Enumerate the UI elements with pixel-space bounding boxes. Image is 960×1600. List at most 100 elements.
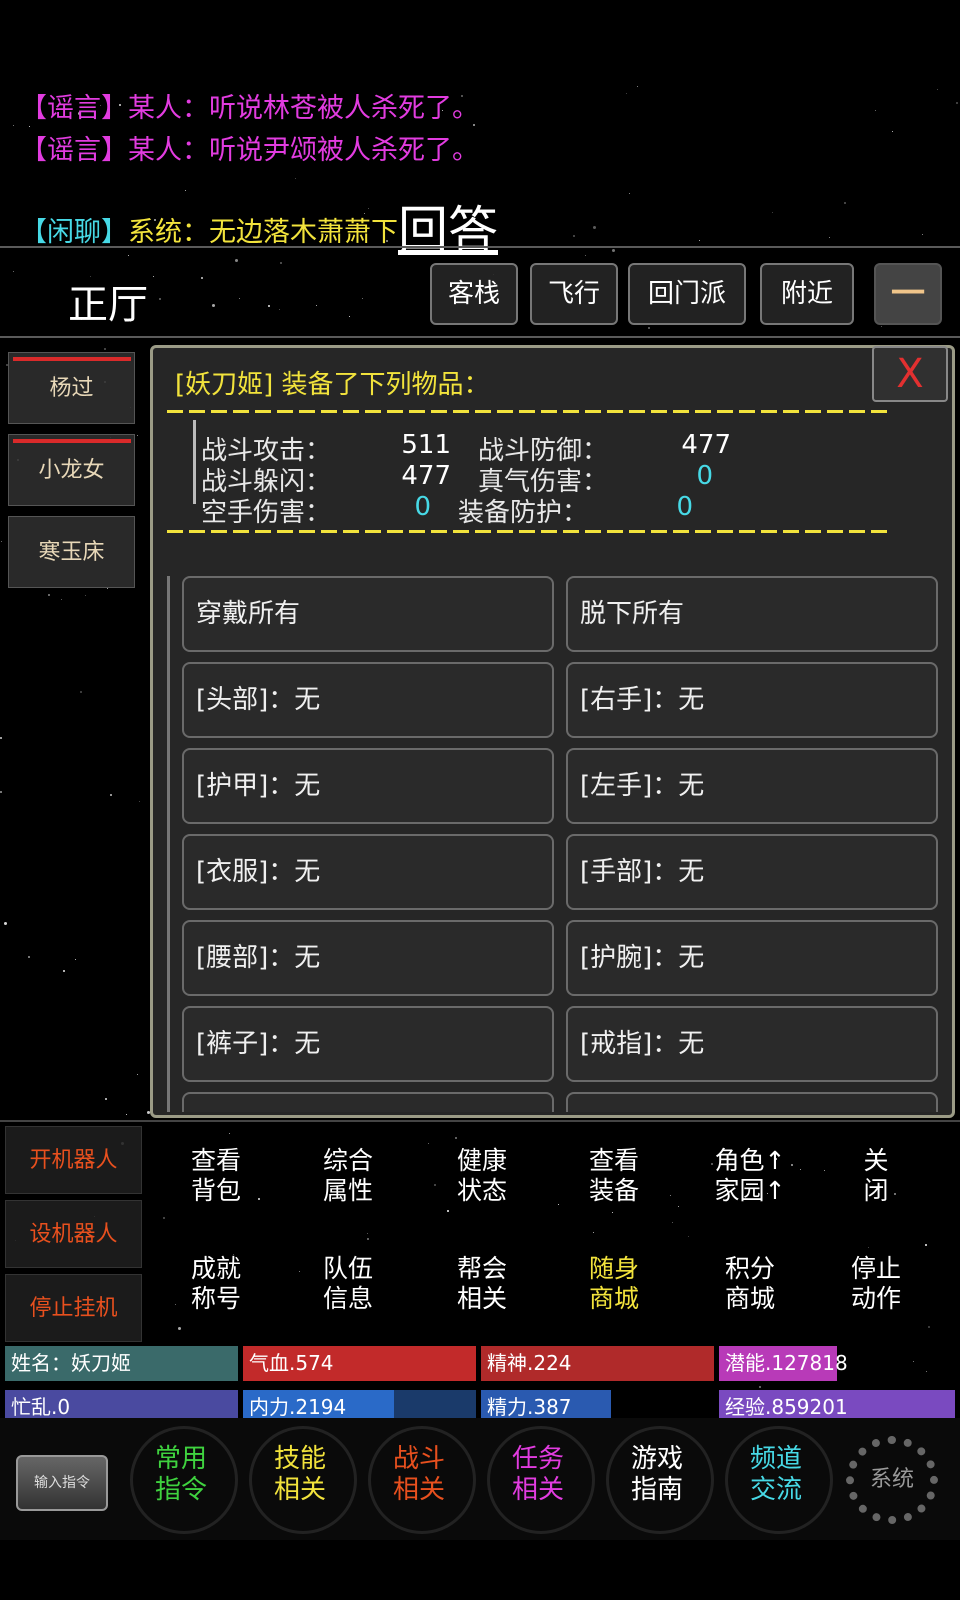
slot-left-hand[interactable]: [左手]：无 bbox=[566, 748, 938, 824]
qianneng-value: 潜能.127818 bbox=[725, 1351, 848, 1375]
nav-label-line1: 常用 bbox=[154, 1444, 207, 1474]
button-label-line1: 成就 bbox=[190, 1254, 241, 1283]
slot-more[interactable] bbox=[182, 1092, 554, 1112]
chat-message: 听说林苍被人杀死了。 bbox=[209, 93, 479, 124]
remove-all-button[interactable]: 脱下所有 bbox=[566, 576, 938, 652]
nav-label-line2: 相关 bbox=[392, 1475, 445, 1505]
stat-value-defense: 477 bbox=[681, 430, 731, 460]
chat-speaker: 某人： bbox=[128, 135, 209, 166]
jingshen-bar: 精神.224 bbox=[481, 1346, 714, 1381]
slot-head[interactable]: [头部]：无 bbox=[182, 662, 554, 738]
slot-more[interactable] bbox=[566, 1092, 938, 1112]
set-robot-button[interactable]: 设机器人 bbox=[5, 1200, 142, 1268]
divider bbox=[0, 336, 960, 338]
nav-skills-button[interactable]: 技能 相关 bbox=[241, 1418, 359, 1540]
nav-common-commands-button[interactable]: 常用 指令 bbox=[122, 1418, 240, 1540]
stop-action-button[interactable]: 停止 动作 bbox=[812, 1234, 940, 1336]
button-label-line1: 查看 bbox=[190, 1146, 241, 1175]
nav-quests-button[interactable]: 任务 相关 bbox=[479, 1418, 597, 1540]
exit-button-fly[interactable]: 飞行 bbox=[530, 263, 618, 325]
button-label-line2: 称号 bbox=[190, 1284, 241, 1313]
chat-line: 【闲聊】系统：无边落木萧萧下回答 bbox=[20, 190, 498, 262]
jingli-value: 精力.387 bbox=[487, 1395, 572, 1419]
dialog-title: [妖刀姬] 装备了下列物品： bbox=[175, 370, 490, 400]
stat-value-dodge: 477 bbox=[401, 461, 451, 491]
button-label-line1: 停止 bbox=[850, 1254, 901, 1283]
nav-label-line2: 指令 bbox=[154, 1475, 207, 1505]
chat-message: 听说尹颂被人杀死了。 bbox=[209, 135, 479, 166]
chat-tag: 【闲聊】 bbox=[20, 217, 128, 248]
mangluan-value: 忙乱.0 bbox=[11, 1395, 71, 1419]
slot-ring[interactable]: [戒指]：无 bbox=[566, 1006, 938, 1082]
system-gear-icon[interactable]: 系统 bbox=[846, 1436, 938, 1524]
stat-value-unarmed-damage: 0 bbox=[414, 492, 431, 522]
button-label-line1: 综合 bbox=[322, 1146, 373, 1175]
button-label-line2: 装备 bbox=[588, 1176, 639, 1205]
npc-yangguo[interactable]: 杨过 bbox=[8, 352, 135, 424]
stop-idle-button[interactable]: 停止挂机 bbox=[5, 1274, 142, 1342]
start-robot-button[interactable]: 开机器人 bbox=[5, 1126, 142, 1194]
slot-wrist[interactable]: [护腕]：无 bbox=[566, 920, 938, 996]
collapse-button[interactable]: 一 bbox=[874, 263, 942, 325]
team-info-button[interactable]: 队伍 信息 bbox=[284, 1234, 412, 1336]
button-label-line1: 关 bbox=[863, 1146, 889, 1175]
points-shop-button[interactable]: 积分 商城 bbox=[686, 1234, 814, 1336]
jingyan-value: 经验.859201 bbox=[725, 1395, 848, 1419]
nav-combat-button[interactable]: 战斗 相关 bbox=[360, 1418, 478, 1540]
slot-clothes[interactable]: [衣服]：无 bbox=[182, 834, 554, 910]
nav-label-line2: 指南 bbox=[630, 1475, 683, 1505]
input-command-button[interactable]: 输入指令 bbox=[16, 1455, 108, 1511]
nav-label-line1: 战斗 bbox=[392, 1444, 445, 1474]
item-name: 寒玉床 bbox=[38, 540, 105, 565]
close-button[interactable]: 关闭 bbox=[812, 1126, 940, 1228]
exit-button-return-sect[interactable]: 回门派 bbox=[628, 263, 746, 325]
qianneng-bar: 潜能.127818 bbox=[719, 1346, 955, 1381]
button-label-line2: 背包 bbox=[190, 1176, 241, 1205]
button-label-line2: 商城 bbox=[724, 1284, 775, 1313]
room-title: 正厅 bbox=[68, 282, 148, 328]
reply-link[interactable]: 回答 bbox=[398, 201, 498, 259]
view-backpack-button[interactable]: 查看 背包 bbox=[152, 1126, 280, 1228]
stat-bracket bbox=[193, 420, 196, 504]
slot-waist[interactable]: [腰部]：无 bbox=[182, 920, 554, 996]
achievement-title-button[interactable]: 成就 称号 bbox=[152, 1234, 280, 1336]
nav-label-line1: 频道 bbox=[749, 1444, 802, 1474]
nav-label-line2: 相关 bbox=[273, 1475, 326, 1505]
character-name: 姓名：妖刀姬 bbox=[11, 1351, 131, 1375]
chat-speaker: 某人： bbox=[128, 93, 209, 124]
slot-right-hand[interactable]: [右手]：无 bbox=[566, 662, 938, 738]
exit-button-nearby[interactable]: 附近 bbox=[760, 263, 854, 325]
qixue-value: 气血.574 bbox=[249, 1351, 334, 1375]
npc-xiaolongnv[interactable]: 小龙女 bbox=[8, 434, 135, 506]
button-label-line1: 队伍 bbox=[322, 1254, 373, 1283]
slot-pants[interactable]: [裤子]：无 bbox=[182, 1006, 554, 1082]
view-equipment-button[interactable]: 查看 装备 bbox=[550, 1126, 678, 1228]
button-label-line1: 健康 bbox=[456, 1146, 507, 1175]
portable-shop-button[interactable]: 随身 商城 bbox=[550, 1234, 678, 1336]
equipment-dialog: [妖刀姬] 装备了下列物品： X 战斗攻击： 511 战斗防御： 477 战斗躲… bbox=[150, 345, 955, 1118]
health-status-button[interactable]: 健康 状态 bbox=[418, 1126, 546, 1228]
chat-tag: 【谣言】 bbox=[20, 93, 128, 124]
wear-all-button[interactable]: 穿戴所有 bbox=[182, 576, 554, 652]
npc-name: 小龙女 bbox=[38, 458, 105, 483]
dashed-divider bbox=[167, 530, 889, 533]
overall-attributes-button[interactable]: 综合 属性 bbox=[284, 1126, 412, 1228]
chat-message: 无边落木萧萧下 bbox=[209, 217, 398, 248]
health-bar bbox=[13, 439, 131, 443]
nav-label-line1: 任务 bbox=[511, 1444, 564, 1474]
equipment-slot-list[interactable]: 穿戴所有 脱下所有 [头部]：无 [右手]：无 [护甲]：无 [左手]：无 [衣… bbox=[167, 576, 947, 1112]
item-hanyuchuang[interactable]: 寒玉床 bbox=[8, 516, 135, 588]
close-button[interactable]: X bbox=[872, 346, 948, 402]
chat-line: 【谣言】某人：听说尹颂被人杀死了。 bbox=[20, 128, 479, 167]
exit-button-inn[interactable]: 客栈 bbox=[430, 263, 518, 325]
divider bbox=[0, 246, 960, 248]
slot-hands[interactable]: [手部]：无 bbox=[566, 834, 938, 910]
nav-channel-chat-button[interactable]: 频道 交流 bbox=[717, 1418, 835, 1540]
stat-value-armor: 0 bbox=[676, 492, 693, 522]
button-label-line2: 状态 bbox=[456, 1176, 507, 1205]
slot-armor[interactable]: [护甲]：无 bbox=[182, 748, 554, 824]
system-label: 系统 bbox=[869, 1467, 914, 1492]
character-home-button[interactable]: 角色↑ 家园↑ bbox=[686, 1126, 814, 1228]
guild-related-button[interactable]: 帮会 相关 bbox=[418, 1234, 546, 1336]
nav-game-guide-button[interactable]: 游戏 指南 bbox=[598, 1418, 716, 1540]
